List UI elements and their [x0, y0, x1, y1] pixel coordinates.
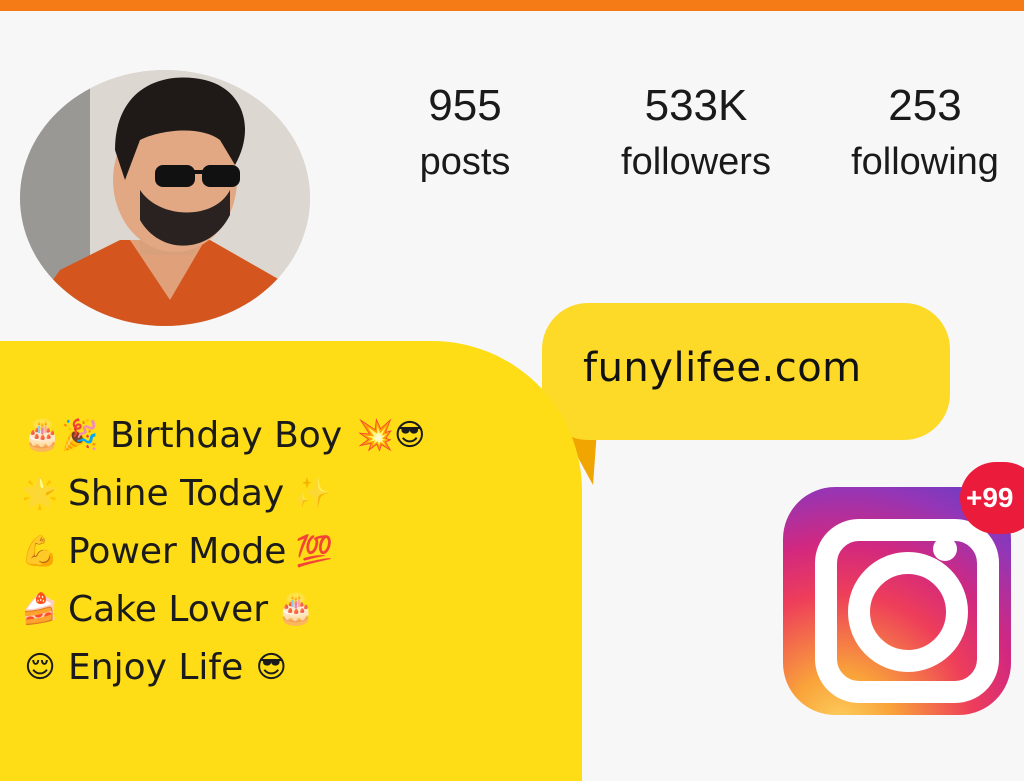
boom-cool-icon: 💥😎	[356, 417, 426, 453]
bio-text: Shine Today	[68, 472, 285, 514]
bio-line: 🎂🎉 Birthday Boy 💥😎	[20, 406, 432, 464]
stat-posts[interactable]: 955 posts	[400, 78, 530, 190]
instagram-dot-shape	[933, 537, 957, 561]
bio-line: 😌 Enjoy Life 😎	[20, 638, 432, 696]
profile-photo	[20, 70, 310, 326]
website-link[interactable]: funylifee.com	[583, 345, 862, 391]
bio-text: Enjoy Life	[68, 646, 244, 688]
relieved-face-icon: 😌	[24, 649, 56, 685]
instagram-lens-shape	[848, 552, 968, 672]
following-label: following	[851, 141, 999, 183]
bio-line: 🌟 Shine Today ✨	[20, 464, 432, 522]
posts-label: posts	[419, 141, 511, 183]
avatar[interactable]	[20, 70, 310, 326]
bio-line: 🍰 Cake Lover 🎂	[20, 580, 432, 638]
posts-count: 955	[428, 81, 502, 130]
hundred-points-icon: 💯	[295, 533, 334, 569]
bio-text: Power Mode	[68, 530, 287, 572]
bio-text: Cake Lover	[68, 588, 269, 630]
sparkles-icon: ✨	[293, 475, 331, 511]
followers-label: followers	[621, 141, 771, 183]
bio-line: 💪 Power Mode 💯	[20, 522, 432, 580]
stat-followers[interactable]: 533K followers	[598, 78, 794, 190]
cake-party-icon: 🎂🎉	[23, 417, 99, 453]
bio-text: Birthday Boy	[110, 414, 343, 456]
birthday-cake-icon: 🎂	[277, 591, 315, 627]
flexed-biceps-icon: 💪	[21, 533, 59, 569]
star-icon: 🌟	[21, 475, 59, 511]
notification-badge: +99	[960, 462, 1024, 534]
followers-count: 533K	[644, 81, 748, 130]
stat-following[interactable]: 253 following	[832, 78, 1018, 190]
top-accent-bar	[0, 0, 1024, 11]
cake-slice-icon: 🍰	[21, 591, 59, 627]
bio-list: 🎂🎉 Birthday Boy 💥😎 🌟 Shine Today ✨ 💪 Pow…	[20, 406, 432, 696]
following-count: 253	[888, 81, 962, 130]
sunglasses-face-icon: 😎	[255, 649, 287, 685]
